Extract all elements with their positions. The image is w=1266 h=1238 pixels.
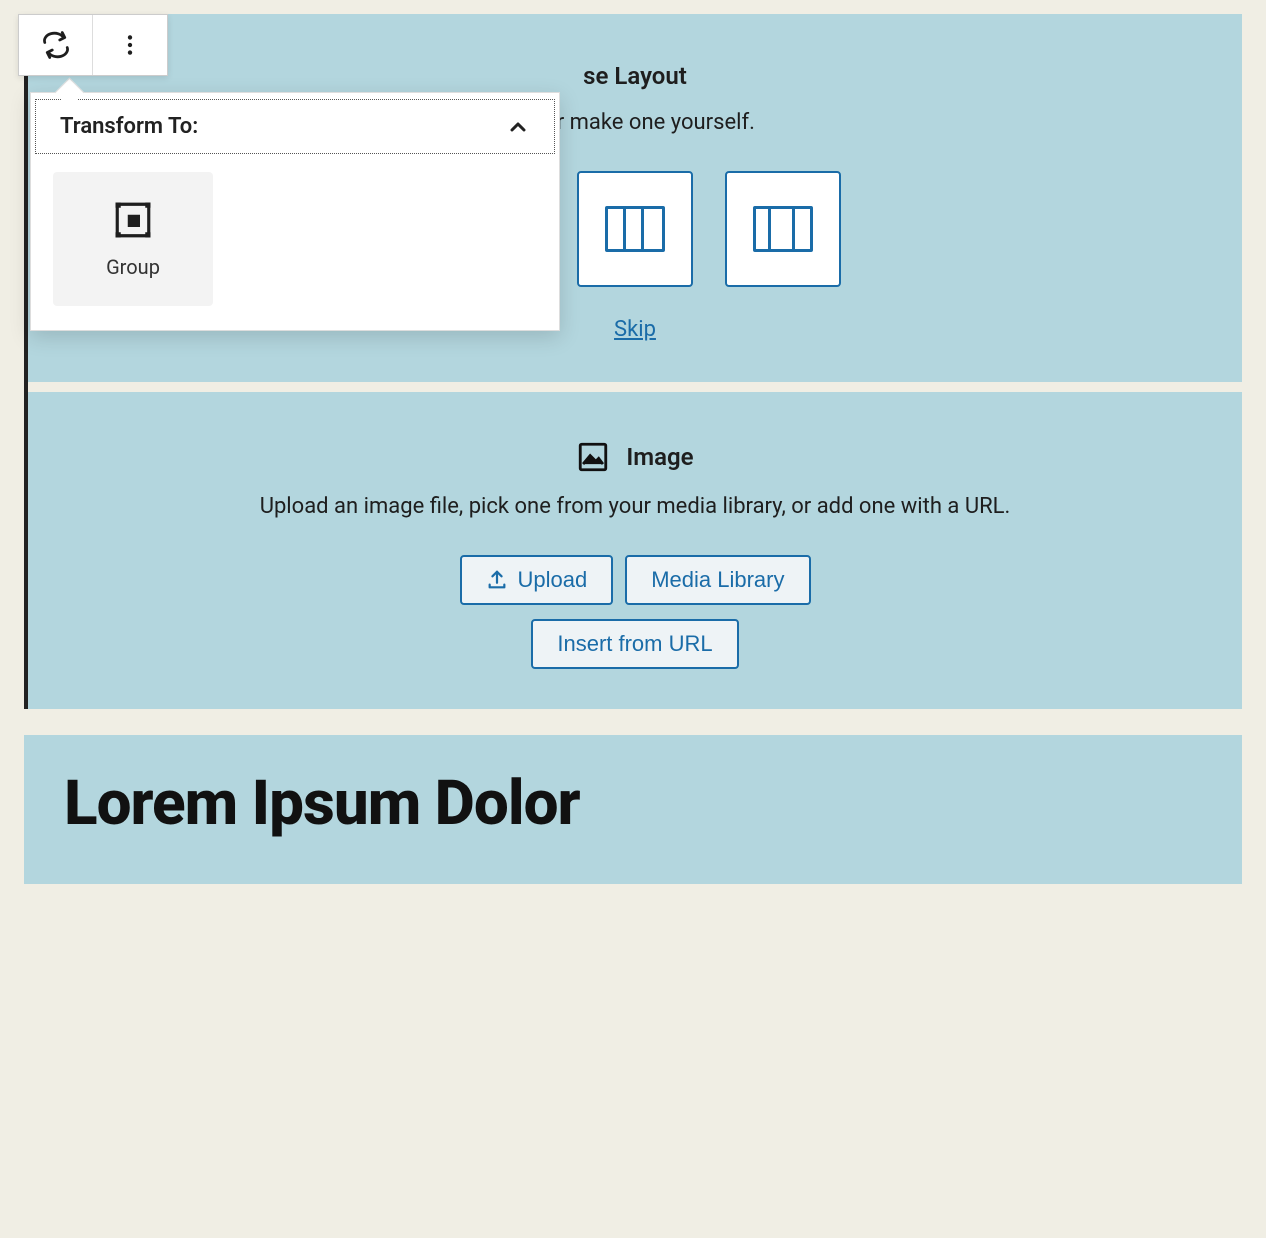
- layout-option-three-even[interactable]: [577, 171, 693, 287]
- heading-text: Lorem Ipsum Dolor: [64, 767, 1202, 840]
- image-icon: [576, 440, 610, 474]
- transform-button[interactable]: [19, 15, 93, 75]
- block-toolbar: [18, 14, 168, 76]
- transform-option-label: Group: [106, 255, 160, 279]
- skip-link[interactable]: Skip: [614, 317, 656, 342]
- image-title-row: Image: [68, 440, 1202, 474]
- media-library-button[interactable]: Media Library: [625, 555, 810, 605]
- group-icon: [112, 199, 154, 241]
- media-library-label: Media Library: [651, 567, 784, 593]
- layout-option-wide-left[interactable]: [725, 171, 841, 287]
- transform-popover-header[interactable]: Transform To:: [35, 99, 555, 154]
- more-vertical-icon: [117, 32, 143, 58]
- image-block-placeholder: Image Upload an image file, pick one fro…: [28, 392, 1242, 709]
- upload-button[interactable]: Upload: [460, 555, 614, 605]
- insert-from-url-button[interactable]: Insert from URL: [531, 619, 738, 669]
- heading-block[interactable]: Lorem Ipsum Dolor: [24, 735, 1242, 884]
- upload-icon: [486, 569, 508, 591]
- chevron-up-icon: [506, 115, 530, 139]
- image-title: Image: [626, 443, 693, 471]
- insert-url-label: Insert from URL: [557, 631, 712, 657]
- transform-option-group[interactable]: Group: [53, 172, 213, 306]
- transform-popover-title: Transform To:: [60, 114, 198, 139]
- upload-label: Upload: [518, 567, 588, 593]
- transform-icon: [41, 30, 71, 60]
- columns-title: se Layout: [68, 62, 1202, 90]
- image-desc: Upload an image file, pick one from your…: [68, 494, 1202, 519]
- more-options-button[interactable]: [93, 15, 167, 75]
- transform-popover: Transform To: Group: [30, 92, 560, 331]
